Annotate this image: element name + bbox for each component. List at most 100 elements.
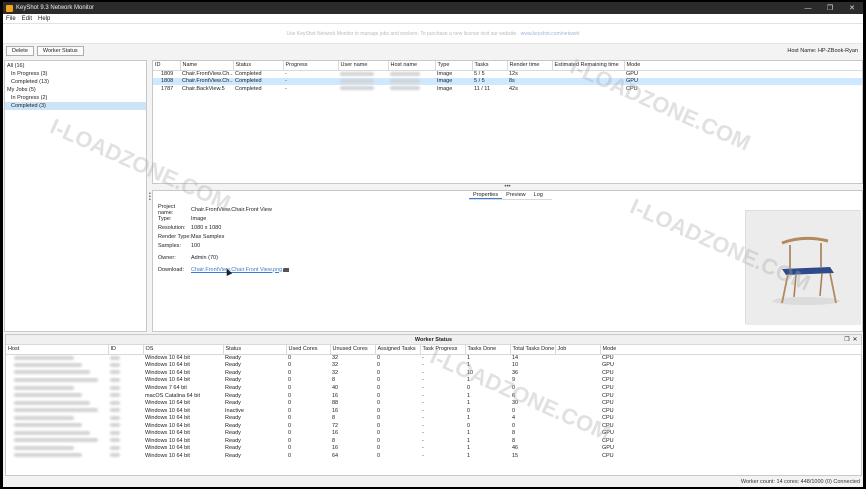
job-cell-remaining (552, 77, 624, 85)
worker-cell-status: Ready (225, 355, 241, 362)
worker-cell-assigned: 0 (377, 407, 381, 414)
wcol-tasks-done[interactable]: Tasks Done (465, 345, 511, 355)
delete-button[interactable]: Delete (6, 46, 34, 56)
worker-row[interactable]: Windows 10 64 bit Ready 0 8 0 - 1 8 CPU (6, 437, 861, 445)
close-button[interactable]: ✕ (841, 4, 863, 12)
worker-row[interactable]: Windows 10 64 bit Ready 0 16 0 - 1 8 GPU (6, 429, 861, 437)
worker-cell-progress: - (422, 384, 424, 391)
tree-item-all[interactable]: All (16) (5, 62, 146, 70)
redacted-host (6, 362, 108, 370)
worker-row[interactable]: Windows 10 64 bit Inactive 0 16 0 - 0 0 CPU (6, 407, 861, 415)
tab-log[interactable]: Log (530, 191, 547, 199)
col-status[interactable]: Status (233, 61, 284, 71)
worker-row[interactable]: Windows 10 64 bit Ready 0 8 0 - 1 4 CPU (6, 414, 861, 422)
redaction-blur (14, 370, 90, 375)
worker-row[interactable]: macOS Catalina 64 bit Ready 0 16 0-1 6 CPU (6, 392, 861, 400)
job-row[interactable]: 1808 Chair.FrontView.Ch... Completed - Image… (153, 77, 862, 85)
redacted-host (6, 399, 108, 407)
redacted-host (6, 377, 108, 385)
status-bar: Worker count: 14 cores: 448/1000 (0) Con… (3, 477, 863, 487)
wcol-host[interactable]: Host (6, 345, 109, 355)
col-mode[interactable]: Mode (624, 61, 862, 71)
wcol-unused-cores[interactable]: Unused Cores (330, 345, 376, 355)
worker-cell-total: 9 (512, 377, 516, 384)
worker-cell-job (555, 414, 600, 422)
wcol-mode[interactable]: Mode (600, 345, 862, 355)
worker-cell-used: 0 (288, 422, 292, 429)
col-host-name[interactable]: Host name (388, 61, 436, 71)
worker-cell-total: 36 (512, 369, 519, 376)
worker-cell-unused: 8 (332, 377, 336, 384)
tree-item-my-jobs[interactable]: My Jobs (5) (5, 86, 146, 94)
minimize-button[interactable]: — (797, 5, 819, 12)
worker-cell-used: 0 (288, 400, 292, 407)
worker-cell-mode: GPU (602, 362, 614, 369)
worker-cell-job (555, 369, 600, 377)
wcol-os[interactable]: OS (143, 345, 224, 355)
menu-help[interactable]: Help (38, 16, 50, 22)
host-name-label: Host Name: HP-ZBook-Ryan (787, 48, 858, 54)
worker-cell-assigned: 0 (377, 445, 381, 452)
redacted-id (108, 437, 143, 445)
worker-row[interactable]: Windows 10 64 bit Ready 0 88 0 - 1 30 CPU (6, 399, 861, 407)
redacted-id (108, 452, 143, 460)
tab-preview[interactable]: Preview (502, 191, 530, 199)
job-cell-tasks: 5 / 5 (474, 71, 485, 77)
worker-row[interactable]: Windows 10 64 bit Ready 0 32 0 - 1 14 CPU (6, 354, 861, 362)
wcol-assigned-tasks[interactable]: Assigned Tasks (375, 345, 421, 355)
worker-cell-progress: - (422, 355, 424, 362)
tree-item-my-in-progress[interactable]: In Progress (2) (5, 94, 146, 102)
col-progress[interactable]: Progress (283, 61, 339, 71)
tab-properties[interactable]: Properties (469, 191, 503, 199)
job-cell-mode: GPU (624, 77, 862, 85)
maximize-button[interactable]: ❐ (819, 4, 841, 12)
job-row[interactable]: 1787 Chair.BackView.5 Completed - Image 11 / … (153, 85, 862, 93)
wcol-id[interactable]: ID (108, 345, 144, 355)
job-row[interactable]: 1809 Chair.FrontView.Ch... Completed - Image… (153, 70, 862, 78)
wcol-used-cores[interactable]: Used Cores (286, 345, 331, 355)
redaction-blur (110, 393, 120, 398)
tree-item-all-completed[interactable]: Completed (13) (5, 78, 146, 86)
worker-row[interactable]: Windows 10 64 bit Ready 0 64 0 - 1 15 CPU (6, 452, 861, 460)
redaction-blur (110, 377, 120, 382)
worker-row[interactable]: Windows 10 64 bit Ready 0 16 0 - 1 46 GPU (6, 445, 861, 453)
worker-row[interactable]: Windows 10 64 bit Ready 0 72 0 - 0 0 CPU (6, 422, 861, 430)
tree-item-all-in-progress[interactable]: In Progress (3) (5, 70, 146, 78)
menu-file[interactable]: File (6, 16, 16, 22)
wcol-job[interactable]: Job (555, 345, 601, 355)
col-tasks[interactable]: Tasks (472, 61, 508, 71)
drag-handle-icon[interactable]: • • • (149, 192, 151, 203)
worker-cell-progress: - (422, 445, 424, 452)
prop-owner: Owner: Admin (70) (158, 254, 218, 261)
worker-row[interactable]: Windows 10 64 bit Ready 0 8 0 - 1 9 CPU (6, 377, 861, 385)
col-user-name[interactable]: User name (338, 61, 389, 71)
worker-status-button[interactable]: Worker Status (36, 46, 84, 56)
worker-row[interactable]: Windows 10 64 bit Ready 0 32 0 - 1 10 GPU (6, 362, 861, 370)
col-name[interactable]: Name (180, 61, 234, 71)
wcol-total-tasks-done[interactable]: Total Tasks Done (510, 345, 556, 355)
col-type[interactable]: Type (435, 61, 473, 71)
worker-cell-progress: - (422, 415, 424, 422)
jobs-table-panel: ID Name Status Progress User name Host n… (152, 60, 863, 184)
worker-cell-used: 0 (288, 437, 292, 444)
col-render-time[interactable]: Render time (507, 61, 553, 71)
job-cell-progress: - (285, 85, 287, 92)
undock-icon[interactable]: ❐ (843, 336, 851, 343)
worker-cell-assigned: 0 (377, 452, 381, 459)
col-id[interactable]: ID (153, 61, 181, 71)
download-link[interactable]: Chair.FrontView.Chair.Front View.png (191, 267, 282, 273)
worker-row[interactable]: Windows 7 64 bit Ready 0 40 0 - 0 0 CPU (6, 384, 861, 392)
folder-icon[interactable] (283, 267, 290, 272)
worker-cell-mode: GPU (602, 430, 614, 437)
wcol-task-progress[interactable]: Task Progress (420, 345, 466, 355)
notice-link[interactable]: www.keyshot.com/network (521, 31, 580, 37)
worker-row[interactable]: Windows 10 64 bit Ready 0 32 0 - 10 36 CPU (6, 369, 861, 377)
close-panel-icon[interactable]: ✕ (851, 336, 859, 343)
worker-cell-os: Windows 10 64 bit (145, 415, 190, 422)
menu-edit[interactable]: Edit (22, 16, 32, 22)
worker-cell-mode: CPU (602, 437, 614, 444)
col-remaining-time[interactable]: Estimated Remaining time (552, 61, 625, 71)
worker-cell-done: 1 (467, 437, 471, 444)
wcol-status[interactable]: Status (223, 345, 287, 355)
tree-item-my-completed[interactable]: Completed (3) (5, 102, 146, 110)
